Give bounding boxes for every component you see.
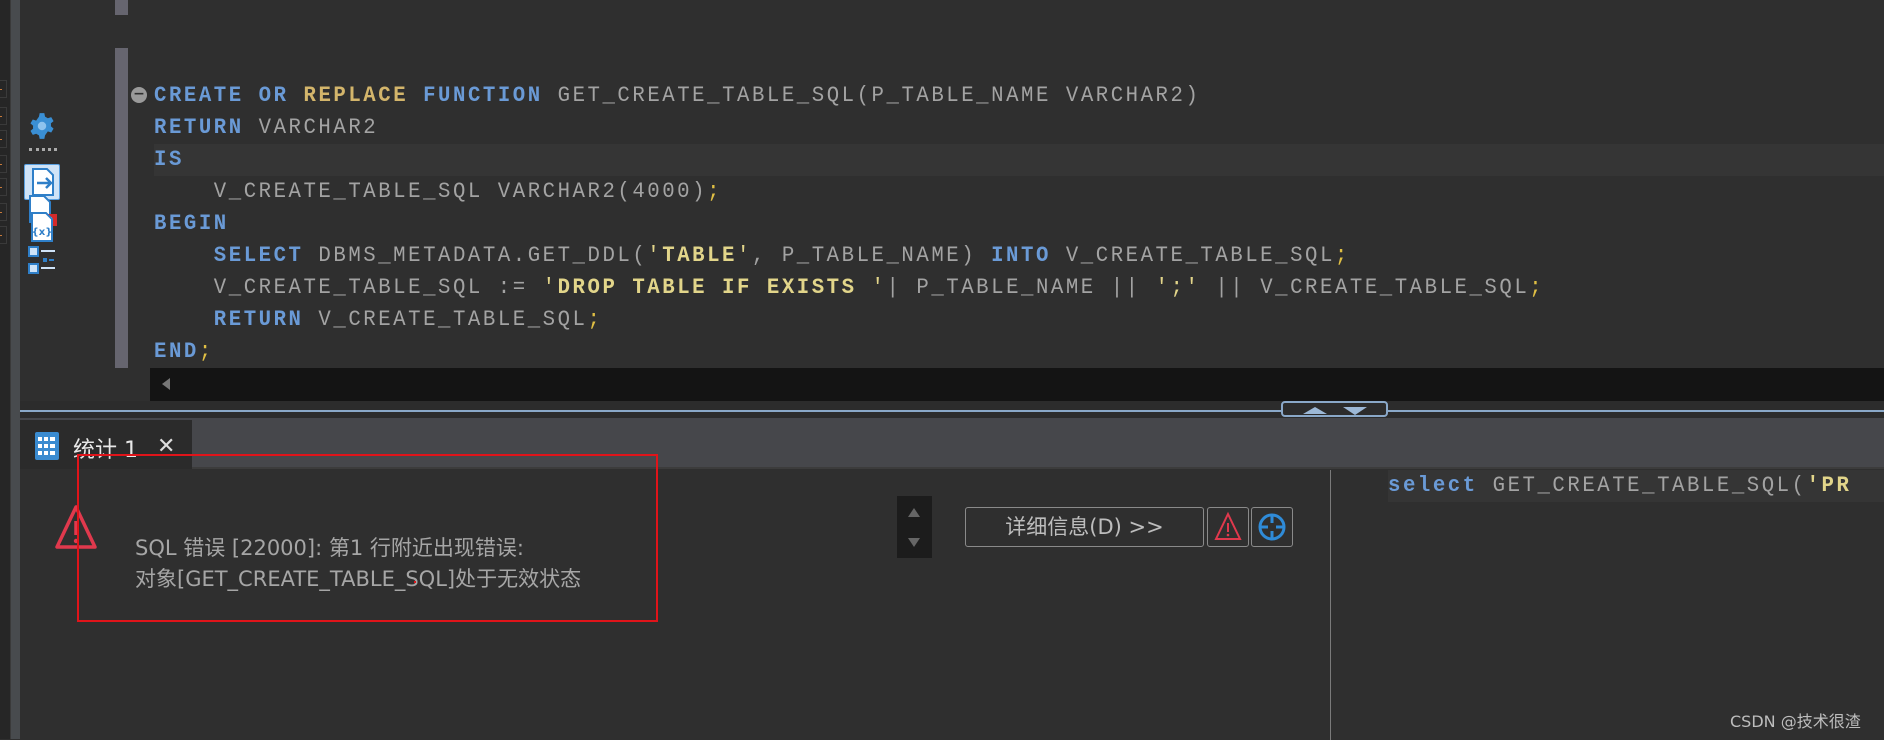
code-token: ; bbox=[707, 179, 723, 204]
fold-collapse-icon[interactable]: − bbox=[131, 87, 147, 103]
code-token: ' bbox=[647, 243, 663, 268]
scroll-down-icon[interactable] bbox=[908, 538, 920, 547]
code-token: DROP TABLE IF EXISTS bbox=[557, 275, 872, 300]
code-line[interactable]: V_CREATE_TABLE_SQL VARCHAR2(4000); bbox=[154, 176, 722, 208]
grid-table-icon bbox=[35, 432, 59, 460]
code-token: V_CREATE_TABLE_SQL bbox=[1050, 243, 1335, 268]
code-token: ' bbox=[736, 243, 752, 268]
code-token: , P_TABLE_NAME) bbox=[751, 243, 992, 268]
code-line[interactable]: RETURN V_CREATE_TABLE_SQL; bbox=[154, 304, 602, 336]
code-token: VARCHAR2 bbox=[243, 115, 379, 140]
scroll-left-arrow-icon[interactable] bbox=[162, 378, 170, 390]
annotation-highlight-box bbox=[77, 454, 658, 622]
left-edge-strip bbox=[0, 0, 10, 739]
code-token: GET_CREATE_TABLE_SQL(P_TABLE_NAME VARCHA… bbox=[542, 83, 1201, 108]
code-token: ; bbox=[198, 339, 214, 364]
code-token: BEGIN bbox=[154, 211, 229, 236]
show-error-log-button[interactable] bbox=[1207, 507, 1249, 547]
code-token: IS bbox=[154, 147, 184, 172]
secondary-sql-editor[interactable]: select GET_CREATE_TABLE_SQL('PR bbox=[1388, 470, 1851, 502]
code-line[interactable]: END; bbox=[154, 336, 214, 368]
code-token: SELECT bbox=[213, 243, 304, 268]
svg-text:{x}: {x} bbox=[32, 227, 53, 238]
code-token: REPLACE bbox=[303, 83, 409, 108]
code-line[interactable]: RETURN VARCHAR2 bbox=[154, 112, 378, 144]
panel-separator[interactable] bbox=[10, 0, 20, 739]
horizontal-scrollbar[interactable] bbox=[150, 368, 1884, 401]
code-line[interactable]: CREATE OR REPLACE FUNCTION GET_CREATE_TA… bbox=[154, 80, 1200, 112]
watermark: CSDN @技术很渣 bbox=[1730, 712, 1861, 731]
minimize-down-icon[interactable] bbox=[1343, 407, 1367, 415]
details-button[interactable]: 详细信息(D) >> bbox=[965, 507, 1204, 547]
code-token: ; bbox=[1334, 243, 1350, 268]
code-token: ' bbox=[871, 275, 887, 300]
code-token: ';' bbox=[1155, 275, 1201, 300]
outline-icon[interactable] bbox=[28, 246, 58, 276]
code-token: RETURN bbox=[213, 307, 304, 332]
code-token: TABLE bbox=[662, 243, 737, 268]
code-token: OR bbox=[258, 83, 289, 108]
code-token: DBMS_METADATA.GET_DDL( bbox=[303, 243, 648, 268]
editor-gutter-top bbox=[115, 0, 128, 15]
code-token: ; bbox=[1529, 275, 1545, 300]
crosshair-icon bbox=[1258, 513, 1286, 541]
locate-error-button[interactable] bbox=[1251, 507, 1293, 547]
message-scroller[interactable] bbox=[897, 496, 932, 558]
code-token: 'PR bbox=[1806, 473, 1852, 498]
gear-icon[interactable] bbox=[28, 112, 56, 140]
code-token: GET_CREATE_TABLE_SQL( bbox=[1477, 473, 1807, 498]
annotation-dot bbox=[414, 581, 416, 583]
variables-icon[interactable]: {x} bbox=[30, 211, 56, 243]
warning-icon bbox=[1214, 511, 1242, 540]
code-token: ; bbox=[587, 307, 603, 332]
code-line[interactable]: V_CREATE_TABLE_SQL := 'DROP TABLE IF EXI… bbox=[154, 272, 1544, 304]
code-line[interactable]: IS bbox=[154, 144, 184, 176]
panel-divider[interactable] bbox=[1330, 470, 1331, 740]
code-token: ' bbox=[542, 275, 558, 300]
code-token: select bbox=[1388, 473, 1478, 498]
code-token: END bbox=[154, 339, 199, 364]
splitter-line bbox=[20, 410, 1884, 412]
maximize-up-icon[interactable] bbox=[1303, 407, 1327, 414]
code-token: V_CREATE_TABLE_SQL VARCHAR2(4000) bbox=[154, 179, 708, 204]
code-token: INTO bbox=[991, 243, 1051, 268]
editor-side-toolbar: ! {x} bbox=[20, 0, 80, 400]
code-line[interactable]: BEGIN bbox=[154, 208, 229, 240]
code-token: V_CREATE_TABLE_SQL bbox=[303, 307, 588, 332]
editor-gutter bbox=[115, 48, 128, 368]
splitter-toggle[interactable] bbox=[1281, 401, 1388, 417]
code-token: || V_CREATE_TABLE_SQL bbox=[1200, 275, 1530, 300]
code-token: RETURN bbox=[154, 115, 244, 140]
code-token: CREATE bbox=[154, 83, 244, 108]
current-line-highlight bbox=[154, 144, 1884, 176]
scroll-up-icon[interactable] bbox=[908, 508, 920, 517]
code-token: V_CREATE_TABLE_SQL := bbox=[154, 275, 543, 300]
more-dots-icon[interactable] bbox=[29, 148, 57, 151]
code-token: FUNCTION bbox=[423, 83, 543, 108]
code-token: | P_TABLE_NAME || bbox=[886, 275, 1156, 300]
code-line[interactable]: SELECT DBMS_METADATA.GET_DDL('TABLE', P_… bbox=[154, 240, 1350, 272]
